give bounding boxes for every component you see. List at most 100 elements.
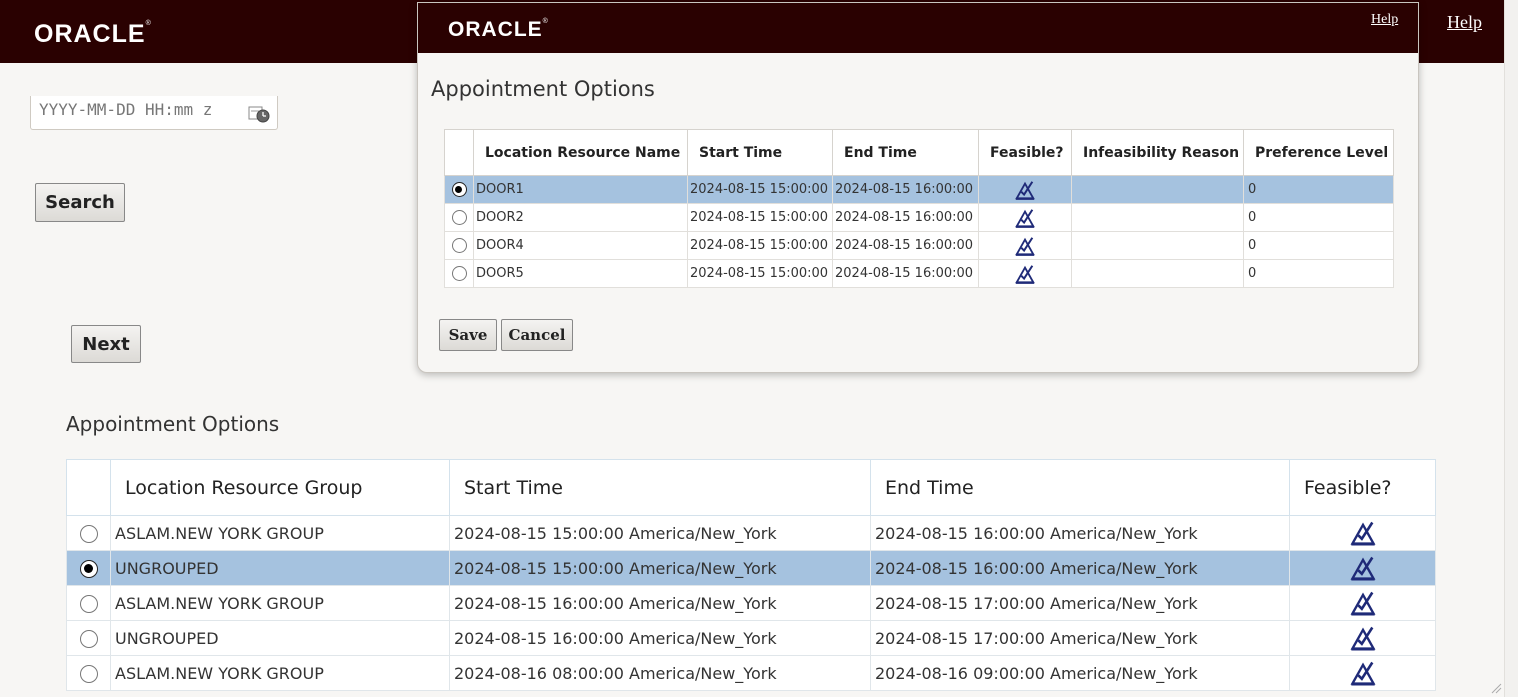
location-resource-group-cell: UNGROUPED xyxy=(110,550,450,586)
end-time-cell: 2024-08-15 16:00:00 America/New_York xyxy=(870,515,1290,551)
feasible-cell xyxy=(1289,515,1436,551)
row-select-radio[interactable] xyxy=(451,238,467,253)
row-select-radio[interactable] xyxy=(79,629,98,648)
feasible-cell xyxy=(1289,620,1436,656)
select-column-header xyxy=(66,459,111,516)
feasible-check-icon xyxy=(1015,180,1035,200)
row-select-radio[interactable] xyxy=(451,182,467,197)
row-select-cell xyxy=(444,203,474,232)
start-time-cell: 2024-08-15 15:00:00 xyxy=(687,259,833,288)
end-time-cell: 2024-08-15 17:00:00 America/New_York xyxy=(870,585,1290,621)
table-row[interactable]: ASLAM.NEW YORK GROUP 2024-08-15 15:00:00 … xyxy=(66,515,1436,551)
page-scrollbar[interactable] xyxy=(1504,0,1518,697)
table-row[interactable]: DOOR4 2024-08-15 15:00:00 2024-08-15 16:00… xyxy=(444,231,1394,260)
feasible-check-icon xyxy=(1350,661,1375,686)
infeasibility-reason-cell xyxy=(1071,175,1244,204)
row-select-radio[interactable] xyxy=(79,594,98,613)
row-select-cell xyxy=(444,175,474,204)
save-button[interactable]: Save xyxy=(439,319,497,351)
row-select-radio[interactable] xyxy=(79,664,98,683)
start-time-cell: 2024-08-15 15:00:00 America/New_York xyxy=(449,515,871,551)
preference-level-cell: 0 xyxy=(1243,175,1394,204)
column-header-start-time[interactable]: Start Time xyxy=(687,129,833,176)
column-header-location-resource-name[interactable]: Location Resource Name xyxy=(473,129,688,176)
row-select-radio[interactable] xyxy=(451,210,467,225)
table-row[interactable]: ASLAM.NEW YORK GROUP 2024-08-16 08:00:00 … xyxy=(66,655,1436,691)
feasible-check-icon xyxy=(1015,208,1035,228)
column-header-location-resource-group[interactable]: Location Resource Group xyxy=(110,459,450,516)
table-row[interactable]: DOOR5 2024-08-15 15:00:00 2024-08-15 16:00… xyxy=(444,259,1394,288)
calendar-clock-icon[interactable] xyxy=(248,104,274,124)
table-header-row: Location Resource Name Start Time End Ti… xyxy=(444,129,1394,176)
column-header-end-time[interactable]: End Time xyxy=(832,129,979,176)
end-time-cell: 2024-08-15 16:00:00 xyxy=(832,259,979,288)
dialog-title: Appointment Options xyxy=(431,77,655,101)
row-select-radio[interactable] xyxy=(79,524,98,543)
infeasibility-reason-cell xyxy=(1071,259,1244,288)
location-resource-name-cell: DOOR1 xyxy=(473,175,688,204)
column-header-start-time[interactable]: Start Time xyxy=(449,459,871,516)
end-time-cell: 2024-08-15 16:00:00 America/New_York xyxy=(870,550,1290,586)
row-select-cell xyxy=(66,620,111,656)
start-time-cell: 2024-08-15 15:00:00 America/New_York xyxy=(449,550,871,586)
feasible-cell xyxy=(1289,550,1436,586)
row-select-cell xyxy=(444,259,474,288)
feasible-cell xyxy=(978,231,1072,260)
feasible-cell xyxy=(1289,655,1436,691)
table-row[interactable]: DOOR2 2024-08-15 15:00:00 2024-08-15 16:00… xyxy=(444,203,1394,232)
end-time-cell: 2024-08-15 16:00:00 xyxy=(832,203,979,232)
preference-level-cell: 0 xyxy=(1243,259,1394,288)
row-select-cell xyxy=(66,515,111,551)
select-column-header xyxy=(444,129,474,176)
table-row[interactable]: UNGROUPED 2024-08-15 15:00:00 America/New… xyxy=(66,550,1436,586)
location-resource-name-cell: DOOR2 xyxy=(473,203,688,232)
dialog-help-link[interactable]: Help xyxy=(1371,12,1398,28)
table-row[interactable]: DOOR1 2024-08-15 15:00:00 2024-08-15 16:00… xyxy=(444,175,1394,204)
feasible-cell xyxy=(978,259,1072,288)
row-select-radio[interactable] xyxy=(79,559,98,578)
location-resource-group-cell: ASLAM.NEW YORK GROUP xyxy=(110,515,450,551)
end-time-cell: 2024-08-16 09:00:00 America/New_York xyxy=(870,655,1290,691)
appointment-options-title: Appointment Options xyxy=(66,412,280,436)
cancel-button[interactable]: Cancel xyxy=(501,319,573,351)
start-time-cell: 2024-08-15 16:00:00 America/New_York xyxy=(449,620,871,656)
row-select-cell xyxy=(66,585,111,621)
search-button[interactable]: Search xyxy=(35,183,125,222)
end-time-cell: 2024-08-15 17:00:00 America/New_York xyxy=(870,620,1290,656)
appointment-options-table: Location Resource Group Start Time End T… xyxy=(66,459,1436,691)
start-time-cell: 2024-08-15 15:00:00 xyxy=(687,203,833,232)
feasible-check-icon xyxy=(1350,521,1375,546)
appointment-date-input[interactable]: YYYY-MM-DD HH:mm z xyxy=(30,96,278,130)
row-select-cell xyxy=(444,231,474,260)
table-row[interactable]: ASLAM.NEW YORK GROUP 2024-08-15 16:00:00 … xyxy=(66,585,1436,621)
location-resource-name-cell: DOOR5 xyxy=(473,259,688,288)
feasible-cell xyxy=(978,175,1072,204)
preference-level-cell: 0 xyxy=(1243,231,1394,260)
location-resource-group-cell: UNGROUPED xyxy=(110,620,450,656)
start-time-cell: 2024-08-15 15:00:00 xyxy=(687,175,833,204)
resize-grip-icon[interactable] xyxy=(1490,682,1502,694)
column-header-feasible[interactable]: Feasible? xyxy=(978,129,1072,176)
row-select-cell xyxy=(66,655,111,691)
column-header-infeasibility-reason[interactable]: Infeasibility Reason xyxy=(1071,129,1244,176)
table-row[interactable]: UNGROUPED 2024-08-15 16:00:00 America/New… xyxy=(66,620,1436,656)
dialog-header: ORACLE® Help xyxy=(418,3,1418,53)
column-header-feasible[interactable]: Feasible? xyxy=(1289,459,1436,516)
help-link[interactable]: Help xyxy=(1447,12,1482,33)
table-header-row: Location Resource Group Start Time End T… xyxy=(66,459,1436,516)
column-header-end-time[interactable]: End Time xyxy=(870,459,1290,516)
end-time-cell: 2024-08-15 16:00:00 xyxy=(832,175,979,204)
start-time-cell: 2024-08-15 15:00:00 xyxy=(687,231,833,260)
infeasibility-reason-cell xyxy=(1071,203,1244,232)
next-button[interactable]: Next xyxy=(71,325,141,363)
feasible-cell xyxy=(1289,585,1436,621)
start-time-cell: 2024-08-16 08:00:00 America/New_York xyxy=(449,655,871,691)
location-resource-group-cell: ASLAM.NEW YORK GROUP xyxy=(110,585,450,621)
row-select-radio[interactable] xyxy=(451,266,467,281)
feasible-check-icon xyxy=(1350,591,1375,616)
location-resource-group-cell: ASLAM.NEW YORK GROUP xyxy=(110,655,450,691)
column-header-preference-level[interactable]: Preference Level xyxy=(1243,129,1394,176)
location-resource-table: Location Resource Name Start Time End Ti… xyxy=(444,129,1394,288)
appointment-options-dialog: ORACLE® Help Appointment Options Locatio… xyxy=(417,2,1419,373)
feasible-check-icon xyxy=(1350,556,1375,581)
